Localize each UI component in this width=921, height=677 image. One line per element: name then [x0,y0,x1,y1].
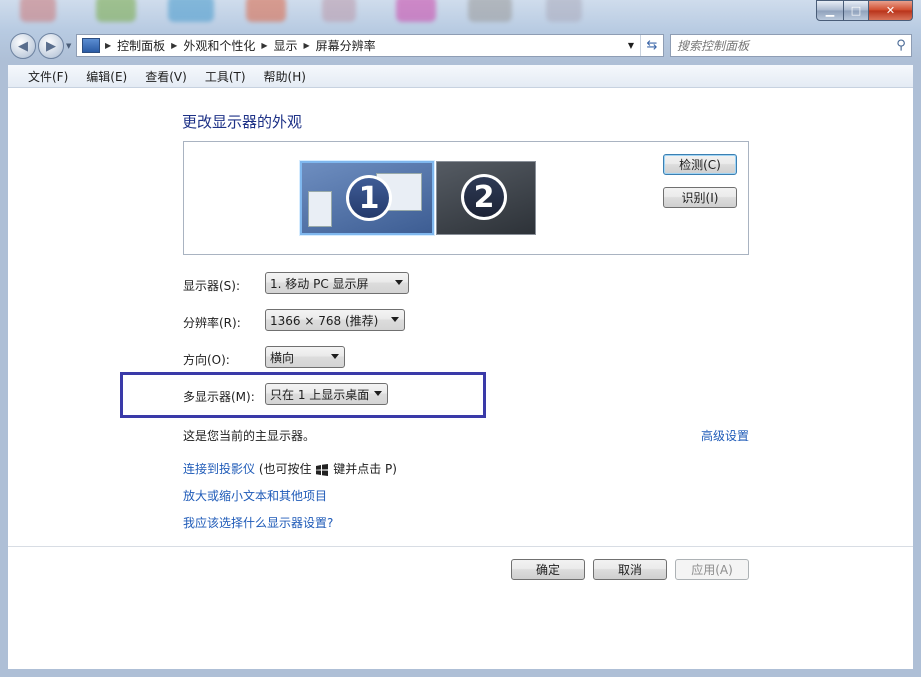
primary-display-text: 这是您当前的主显示器。 [183,429,316,443]
monitor-number-badge: 2 [461,174,507,220]
display-select[interactable]: 1. 移动 PC 显示屏 [265,272,409,294]
ghost-icon [168,0,214,22]
search-input[interactable] [671,35,891,56]
breadcrumb-screen-resolution[interactable]: 屏幕分辨率 [312,37,380,54]
breadcrumb-control-panel[interactable]: 控制面板 [113,37,169,54]
multiple-displays-select[interactable]: 只在 1 上显示桌面 [265,383,388,405]
ghost-icon [96,0,136,22]
content-area: 更改显示器的外观 1 2 检测(C) 识别(I) 显示器(S): 1. 移动 P… [8,88,913,669]
menu-view[interactable]: 查看(V) [133,68,193,85]
projector-hint-suffix: 键并点击 P) [333,462,397,476]
multiple-displays-label: 多显示器(M): [183,390,255,404]
orientation-select[interactable]: 横向 [265,346,345,368]
divider [8,546,913,547]
resolution-label: 分辨率(R): [183,316,241,330]
projector-row: 连接到投影仪 (也可按住 键并点击 P) [183,460,397,477]
caption-buttons: ▁ □ ✕ [816,0,913,21]
menu-help[interactable]: 帮助(H) [252,68,312,85]
display-select-value: 1. 移动 PC 显示屏 [270,276,369,291]
multiple-displays-select-value: 只在 1 上显示桌面 [270,387,370,402]
menu-file[interactable]: 文件(F) [16,68,74,85]
window-thumbnail [308,191,332,227]
advanced-settings-link[interactable]: 高级设置 [701,427,749,444]
chevron-down-icon: ▼ [627,41,635,50]
chevron-down-icon [374,391,382,396]
chevron-right-icon[interactable]: ▶ [302,41,312,50]
connect-projector-link[interactable]: 连接到投影仪 [183,462,255,476]
control-panel-window: ▁ □ ✕ ◀ ▶ ▼ ▶ 控制面板 ▶ 外观和个性化 ▶ 显示 ▶ 屏幕分辨率… [0,0,921,677]
close-button[interactable]: ✕ [869,0,913,21]
resolution-select-value: 1366 × 768 (推荐) [270,313,379,328]
search-box: ⚲ [670,34,912,57]
chevron-right-icon[interactable]: ▶ [103,41,113,50]
ok-button[interactable]: 确定 [511,559,585,580]
menu-bar: 文件(F) 编辑(E) 查看(V) 工具(T) 帮助(H) [8,65,913,88]
refresh-icon: ⇆ [646,38,658,53]
apply-button[interactable]: 应用(A) [675,559,749,580]
orientation-select-value: 横向 [270,350,295,365]
chevron-down-icon [391,317,399,322]
menu-edit[interactable]: 编辑(E) [74,68,133,85]
ghost-icon [322,0,356,22]
menu-tools[interactable]: 工具(T) [193,68,252,85]
resolution-select[interactable]: 1366 × 768 (推荐) [265,309,405,331]
address-bar[interactable]: ▶ 控制面板 ▶ 外观和个性化 ▶ 显示 ▶ 屏幕分辨率 ▼ ⇆ [76,34,664,57]
minimize-button[interactable]: ▁ [816,0,844,21]
display-label: 显示器(S): [183,279,241,293]
page-title: 更改显示器的外观 [182,113,303,131]
monitor-preview: 1 2 检测(C) 识别(I) [183,141,749,255]
breadcrumb-appearance[interactable]: 外观和个性化 [179,37,259,54]
chevron-down-icon [395,280,403,285]
control-panel-icon [82,38,100,53]
monitor-2[interactable]: 2 [436,161,536,235]
ghost-icon [246,0,286,22]
refresh-button[interactable]: ⇆ [640,35,663,56]
back-arrow-icon: ◀ [18,38,28,54]
ghost-icon [396,0,436,22]
cancel-button[interactable]: 取消 [593,559,667,580]
maximize-button[interactable]: □ [844,0,869,21]
chevron-right-icon[interactable]: ▶ [169,41,179,50]
ghost-icon [546,0,582,22]
orientation-label: 方向(O): [183,353,230,367]
back-button[interactable]: ◀ [10,33,36,59]
address-dropdown[interactable]: ▼ [623,35,639,56]
chevron-right-icon[interactable]: ▶ [259,41,269,50]
ghost-icon [468,0,512,22]
projector-hint: (也可按住 [258,462,312,476]
search-icon[interactable]: ⚲ [891,38,911,53]
recent-pages-dropdown[interactable]: ▼ [66,42,71,50]
ghost-icon [20,0,56,22]
breadcrumb-display[interactable]: 显示 [270,37,302,54]
navigation-bar: ◀ ▶ ▼ ▶ 控制面板 ▶ 外观和个性化 ▶ 显示 ▶ 屏幕分辨率 ▼ ⇆ ⚲ [8,33,913,59]
windows-logo-icon [316,463,329,476]
chevron-down-icon [331,354,339,359]
forward-arrow-icon: ▶ [46,38,56,54]
which-settings-link[interactable]: 我应该选择什么显示器设置? [183,514,333,531]
text-size-link[interactable]: 放大或缩小文本和其他项目 [183,487,327,504]
identify-button[interactable]: 识别(I) [663,187,737,208]
forward-button[interactable]: ▶ [38,33,64,59]
monitor-number-badge: 1 [346,175,392,221]
detect-button[interactable]: 检测(C) [663,154,737,175]
monitor-1[interactable]: 1 [300,161,434,235]
